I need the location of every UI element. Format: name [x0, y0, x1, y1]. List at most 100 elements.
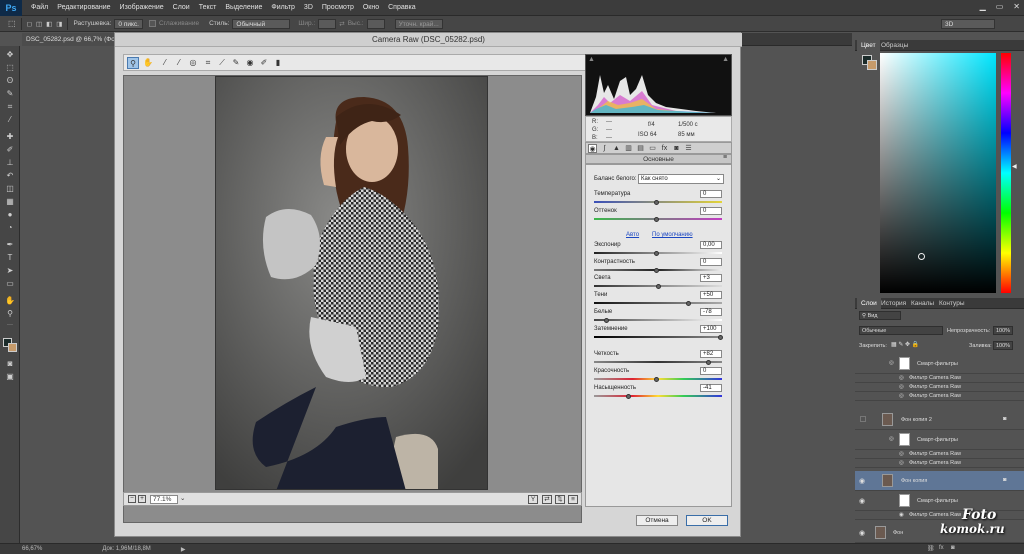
- fill-input[interactable]: 100%: [993, 341, 1013, 350]
- adjustment-brush-icon[interactable]: ✐: [258, 57, 270, 69]
- menu-filter[interactable]: Фильтр: [271, 4, 295, 11]
- panel-menu-icon[interactable]: ≡: [723, 154, 727, 161]
- menu-file[interactable]: Файл: [31, 4, 48, 11]
- detail-icon[interactable]: ▲: [612, 144, 621, 153]
- clarity-slider[interactable]: [594, 361, 722, 363]
- color-picker-field[interactable]: [880, 53, 996, 293]
- path-select-icon[interactable]: ➤: [4, 266, 16, 276]
- white-balance-icon[interactable]: ⁄: [159, 57, 171, 69]
- filter-visibility-icon[interactable]: ◎: [899, 384, 904, 390]
- menu-help[interactable]: Справка: [388, 4, 415, 11]
- zoom-icon[interactable]: ⚲: [127, 57, 139, 69]
- background-color-chip[interactable]: [867, 60, 877, 70]
- color-sampler-icon[interactable]: ⁄: [173, 57, 185, 69]
- image-preview[interactable]: [123, 75, 582, 523]
- type-tool-icon[interactable]: T: [4, 253, 16, 263]
- visibility-checkbox[interactable]: [860, 416, 866, 422]
- antialias-checkbox[interactable]: [148, 20, 156, 27]
- clarity-input[interactable]: +82: [700, 350, 722, 358]
- layer-row-selected[interactable]: ◉ Фон копия ◙: [855, 471, 1024, 491]
- hue-thumb-icon[interactable]: ◀: [1012, 163, 1017, 170]
- crop-icon[interactable]: ⌗: [202, 57, 214, 69]
- swap-icon[interactable]: ⇄: [339, 20, 344, 28]
- lock-icons[interactable]: ▦ ✎ ✥ 🔒: [891, 341, 919, 348]
- shadows-thumb[interactable]: [686, 301, 691, 306]
- zoom-readout[interactable]: 66,67%: [22, 546, 42, 552]
- menu-select[interactable]: Выделение: [225, 4, 262, 11]
- highlights-thumb[interactable]: [656, 284, 661, 289]
- opacity-input[interactable]: 100%: [993, 326, 1013, 335]
- quick-select-icon[interactable]: ✎: [4, 89, 16, 99]
- saturation-thumb[interactable]: [626, 394, 631, 399]
- lasso-tool-icon[interactable]: ʘ: [4, 76, 16, 86]
- zoom-tool-icon[interactable]: ⚲: [4, 309, 16, 319]
- blacks-thumb[interactable]: [718, 335, 723, 340]
- basic-tab-icon[interactable]: ◉: [588, 144, 597, 153]
- zoom-dropdown-icon[interactable]: ⌄: [180, 494, 185, 502]
- hand-icon[interactable]: ✋: [142, 57, 154, 69]
- toggle-settings-icon[interactable]: ≡: [568, 495, 578, 504]
- filter-visibility-icon[interactable]: ◉: [899, 512, 904, 518]
- zoom-out-icon[interactable]: −: [128, 495, 136, 503]
- maximize-icon[interactable]: ▭: [996, 2, 1004, 11]
- whites-thumb[interactable]: [604, 318, 609, 323]
- saturation-input[interactable]: -41: [700, 384, 722, 392]
- zoom-level[interactable]: 77.1%: [150, 495, 178, 504]
- height-input[interactable]: [366, 18, 385, 29]
- tab-history[interactable]: История: [877, 298, 910, 309]
- eraser-icon[interactable]: ◫: [4, 184, 16, 194]
- filter-visibility-icon[interactable]: ◎: [899, 451, 904, 457]
- eyedropper-icon[interactable]: ⁄: [4, 115, 16, 125]
- targeted-adjust-icon[interactable]: ◎: [187, 57, 199, 69]
- link-icon[interactable]: ⛓: [927, 545, 935, 552]
- effects-icon[interactable]: fx: [660, 144, 669, 153]
- marquee-tool-icon[interactable]: ⬚: [8, 19, 16, 28]
- contrast-input[interactable]: 0: [700, 258, 722, 266]
- healing-brush-icon[interactable]: ✚: [4, 132, 16, 142]
- quick-mask-icon[interactable]: ◙: [4, 359, 16, 369]
- hand-tool-icon[interactable]: ✋: [4, 296, 16, 306]
- red-eye-icon[interactable]: ◉: [244, 57, 256, 69]
- menu-image[interactable]: Изображение: [120, 4, 164, 11]
- temp-thumb[interactable]: [654, 200, 659, 205]
- default-link[interactable]: По умолчанию: [652, 232, 693, 238]
- shape-tool-icon[interactable]: ▭: [4, 279, 16, 289]
- eye-icon[interactable]: ◉: [859, 529, 865, 537]
- width-input[interactable]: [318, 18, 337, 29]
- blur-tool-icon[interactable]: ●: [4, 210, 16, 220]
- wb-select[interactable]: Как снято ⌄: [638, 174, 724, 184]
- menu-layers[interactable]: Слои: [173, 4, 190, 11]
- menu-view[interactable]: Просмотр: [322, 4, 354, 11]
- menu-edit[interactable]: Редактирование: [57, 4, 110, 11]
- workspace-select[interactable]: 3D: [941, 18, 995, 29]
- camera-calibration-icon[interactable]: ◙: [672, 144, 681, 153]
- temp-input[interactable]: 0: [700, 190, 722, 198]
- selection-intersect-icon[interactable]: ◨: [56, 20, 62, 28]
- menu-window[interactable]: Окно: [363, 4, 379, 11]
- shadows-slider[interactable]: [594, 302, 722, 304]
- ok-button[interactable]: OK: [686, 515, 728, 526]
- whites-input[interactable]: -78: [700, 308, 722, 316]
- more-tools-icon[interactable]: ···: [4, 320, 16, 330]
- status-arrow-icon[interactable]: ▶: [181, 546, 186, 553]
- brush-tool-icon[interactable]: ✐: [4, 145, 16, 155]
- gradient-icon[interactable]: ▦: [4, 197, 16, 207]
- presets-icon[interactable]: ☰: [684, 144, 693, 153]
- hue-slider[interactable]: [1001, 53, 1011, 293]
- selection-add-icon[interactable]: ◫: [36, 20, 42, 28]
- eye-icon[interactable]: ◉: [859, 477, 865, 485]
- exposure-input[interactable]: 0,00: [700, 241, 722, 249]
- dodge-tool-icon[interactable]: ◔: [4, 223, 16, 233]
- filter-visibility-icon[interactable]: ◎: [899, 460, 904, 466]
- selection-new-icon[interactable]: ◻: [27, 20, 32, 28]
- tint-thumb[interactable]: [654, 217, 659, 222]
- split-toning-icon[interactable]: ▤: [636, 144, 645, 153]
- layer-row-smart[interactable]: ◎ Смарт-фильтры: [855, 430, 1024, 450]
- feather-input[interactable]: 0 пикс.: [114, 18, 143, 29]
- layer-row-filter[interactable]: ◎ Фильтр Camera Raw: [855, 459, 1024, 468]
- blend-mode-select[interactable]: Обычные: [859, 326, 943, 335]
- marquee-tool-icon[interactable]: ⬚: [4, 63, 16, 73]
- clarity-thumb[interactable]: [706, 360, 711, 365]
- layer-filter-select[interactable]: ⚲ Вид: [859, 311, 901, 320]
- tone-curve-icon[interactable]: ∫: [600, 144, 609, 153]
